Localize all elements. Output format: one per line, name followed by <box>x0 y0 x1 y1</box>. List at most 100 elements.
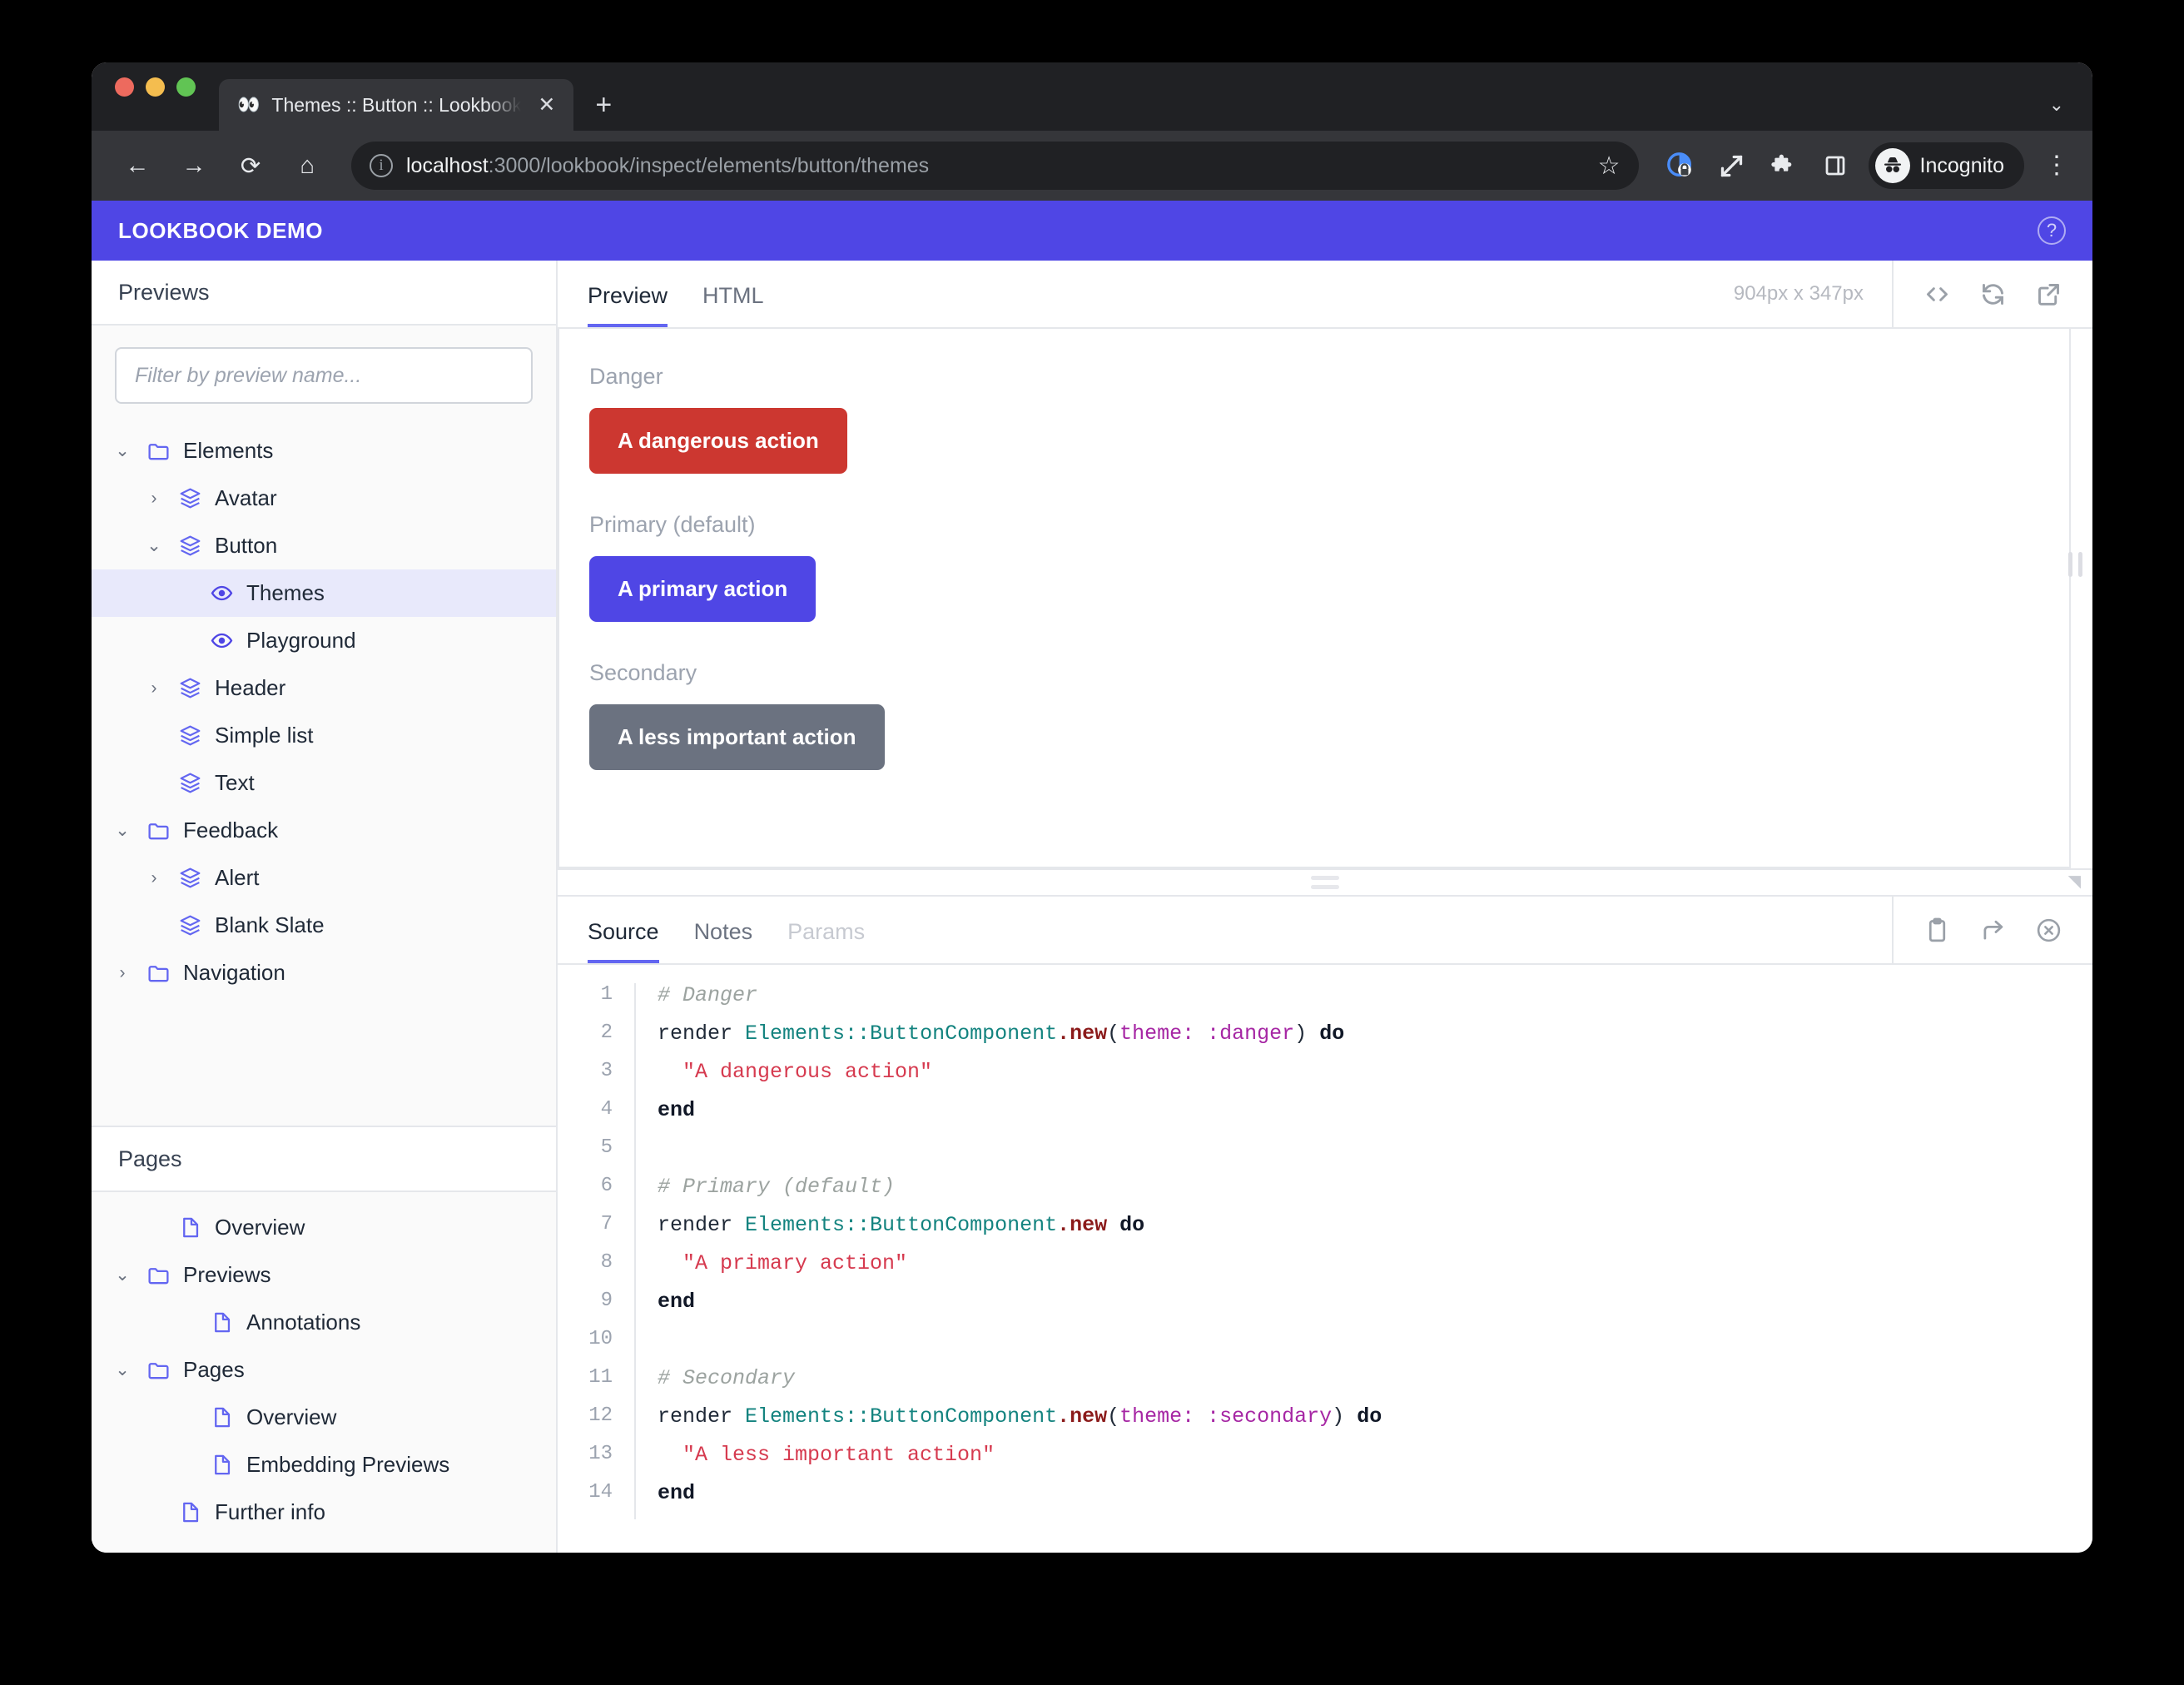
preview-tree-item-header[interactable]: › Header <box>92 664 556 712</box>
close-window-button[interactable] <box>115 77 134 97</box>
bookmark-star-icon[interactable]: ☆ <box>1598 152 1621 181</box>
document-icon <box>208 1310 235 1336</box>
pages-tree-item-annotations[interactable]: ›Annotations <box>92 1299 556 1346</box>
preview-tree-item-simple-list[interactable]: ›Simple list <box>92 712 556 759</box>
preview-resize-handle[interactable] <box>2068 552 2082 577</box>
side-panel-icon[interactable] <box>1814 144 1857 187</box>
pages-tree-item-overview[interactable]: ›Overview <box>92 1394 556 1441</box>
folder-icon <box>145 1262 171 1289</box>
gutter-divider <box>634 1328 636 1366</box>
app-brand-title: LOOKBOOK DEMO <box>118 217 324 243</box>
preview-tree-item-elements[interactable]: ⌄ Elements <box>92 427 556 475</box>
horizontal-resize-handle[interactable]: ◥ <box>558 868 2092 897</box>
line-number: 11 <box>588 1366 613 1389</box>
pages-tree-item-pages[interactable]: ⌄ Pages <box>92 1346 556 1394</box>
tree-item-label: Themes <box>246 580 325 605</box>
code-text: "A less important action" <box>658 1443 995 1467</box>
example-label: Danger <box>589 364 663 389</box>
browser-window: 👀 Themes :: Button :: Lookbook D ✕ + ⌄ ←… <box>92 62 2092 1553</box>
code-line: 11 # Secondary <box>558 1366 2092 1404</box>
code-text: # Danger <box>658 983 758 1007</box>
help-icon[interactable]: ? <box>2038 216 2066 245</box>
profile-incognito-badge[interactable]: Incognito <box>1868 142 2024 189</box>
maximize-window-button[interactable] <box>176 77 196 97</box>
browser-tab[interactable]: 👀 Themes :: Button :: Lookbook D ✕ <box>219 79 574 131</box>
preview-tree-item-playground[interactable]: ›Playground <box>92 617 556 664</box>
tab-notes[interactable]: Notes <box>694 919 753 963</box>
forward-button[interactable]: → <box>170 142 218 190</box>
chevron-right-icon[interactable]: › <box>143 489 165 509</box>
fullscreen-expand-icon[interactable] <box>1710 144 1754 187</box>
preview-tree-item-text[interactable]: ›Text <box>92 759 556 807</box>
site-info-icon[interactable]: i <box>370 154 393 177</box>
line-number: 1 <box>600 983 613 1006</box>
preview-tree-item-themes[interactable]: ›Themes <box>92 569 556 617</box>
chevron-down-icon[interactable]: ⌄ <box>143 535 165 556</box>
browser-tabstrip: 👀 Themes :: Button :: Lookbook D ✕ + ⌄ <box>92 62 2092 131</box>
tree-item-label: Text <box>215 770 255 795</box>
back-button[interactable]: ← <box>113 142 161 190</box>
pages-tree-item-overview[interactable]: ›Overview <box>92 1204 556 1251</box>
tab-source[interactable]: Source <box>588 919 659 963</box>
extensions-puzzle-icon[interactable] <box>1762 144 1805 187</box>
new-tab-button[interactable]: + <box>595 91 612 119</box>
chevron-down-icon[interactable]: ⌄ <box>112 1265 133 1285</box>
tree-item-label: Elements <box>183 438 274 463</box>
code-line: 10 <box>558 1328 2092 1366</box>
tab-search-chevron-down-icon[interactable]: ⌄ <box>2049 94 2064 116</box>
tree-item-label: Header <box>215 675 286 700</box>
pages-tree-item-previews[interactable]: ⌄ Previews <box>92 1251 556 1299</box>
close-tab-icon[interactable]: ✕ <box>533 94 560 116</box>
home-button[interactable]: ⌂ <box>283 142 331 190</box>
folder-icon <box>145 960 171 987</box>
chevron-down-icon[interactable]: ⌄ <box>112 820 133 841</box>
code-icon[interactable] <box>1923 281 1951 308</box>
reload-button[interactable]: ⟳ <box>226 142 275 190</box>
code-line: 2 render Elements::ButtonComponent.new(th… <box>558 1021 2092 1060</box>
tab-html[interactable]: HTML <box>702 283 764 327</box>
clipboard-icon[interactable] <box>1923 917 1951 944</box>
tab-preview[interactable]: Preview <box>588 283 668 327</box>
tree-item-label: Overview <box>246 1404 337 1429</box>
line-number: 9 <box>600 1290 613 1312</box>
minimize-window-button[interactable] <box>146 77 165 97</box>
refresh-icon[interactable] <box>1979 281 2007 308</box>
folder-icon <box>145 438 171 465</box>
pages-tree-item-embedding-previews[interactable]: ›Embedding Previews <box>92 1441 556 1489</box>
tree-item-label: Feedback <box>183 818 279 842</box>
code-text: end <box>658 1290 696 1314</box>
open-external-icon[interactable] <box>2035 281 2062 308</box>
preview-tree-item-navigation[interactable]: › Navigation <box>92 949 556 997</box>
privacy-badge-icon[interactable] <box>1659 144 1702 187</box>
app-header: LOOKBOOK DEMO ? <box>92 201 2092 261</box>
demo-button-danger[interactable]: A dangerous action <box>589 408 847 474</box>
browser-menu-icon[interactable]: ⋮ <box>2043 153 2071 178</box>
line-number: 12 <box>588 1404 613 1427</box>
chevron-right-icon[interactable]: › <box>143 868 165 888</box>
source-tabs: Source Notes Params <box>558 897 865 963</box>
preview-tree-item-avatar[interactable]: › Avatar <box>92 475 556 522</box>
preview-tree-item-blank-slate[interactable]: ›Blank Slate <box>92 902 556 949</box>
demo-button-primary-default-[interactable]: A primary action <box>589 556 817 622</box>
eye-icon <box>208 628 235 654</box>
chevron-right-icon[interactable]: › <box>112 963 133 983</box>
document-icon <box>176 1499 203 1526</box>
preview-tree-item-feedback[interactable]: ⌄ Feedback <box>92 807 556 854</box>
close-circle-icon[interactable] <box>2035 917 2062 944</box>
tree-item-label: Overview <box>215 1215 305 1240</box>
corner-resize-grip-icon[interactable]: ◥ <box>2068 871 2081 892</box>
demo-button-secondary[interactable]: A less important action <box>589 704 885 770</box>
pages-tree-item-further-info[interactable]: ›Further info <box>92 1489 556 1536</box>
previews-panel-title: Previews <box>118 279 210 305</box>
address-bar[interactable]: i localhost:3000/lookbook/inspect/elemen… <box>351 142 1639 190</box>
chevron-down-icon[interactable]: ⌄ <box>112 440 133 461</box>
preview-tree-item-alert[interactable]: › Alert <box>92 854 556 902</box>
preview-tabbar: Preview HTML 904px x 347px <box>558 261 2092 329</box>
chevron-down-icon[interactable]: ⌄ <box>112 1359 133 1380</box>
example-label: Primary (default) <box>589 512 756 537</box>
preview-filter-input[interactable] <box>115 347 533 404</box>
share-icon[interactable] <box>1979 917 2007 944</box>
line-number: 3 <box>600 1060 613 1082</box>
chevron-right-icon[interactable]: › <box>143 678 165 698</box>
preview-tree-item-button[interactable]: ⌄ Button <box>92 522 556 569</box>
